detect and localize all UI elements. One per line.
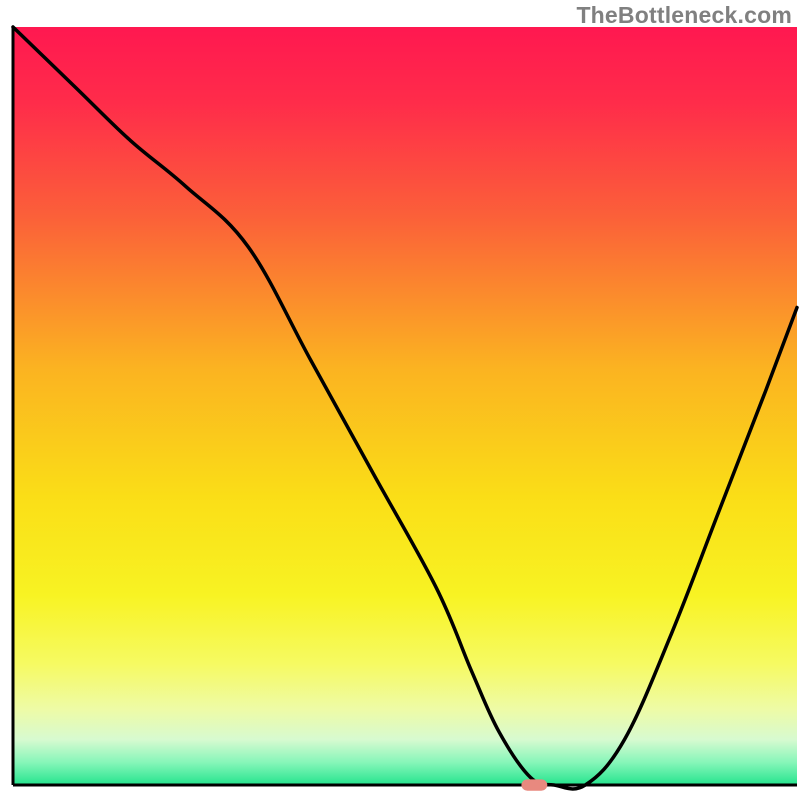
chart-svg	[0, 0, 800, 800]
optimal-point-marker	[521, 779, 547, 790]
watermark-text: TheBottleneck.com	[576, 2, 792, 29]
